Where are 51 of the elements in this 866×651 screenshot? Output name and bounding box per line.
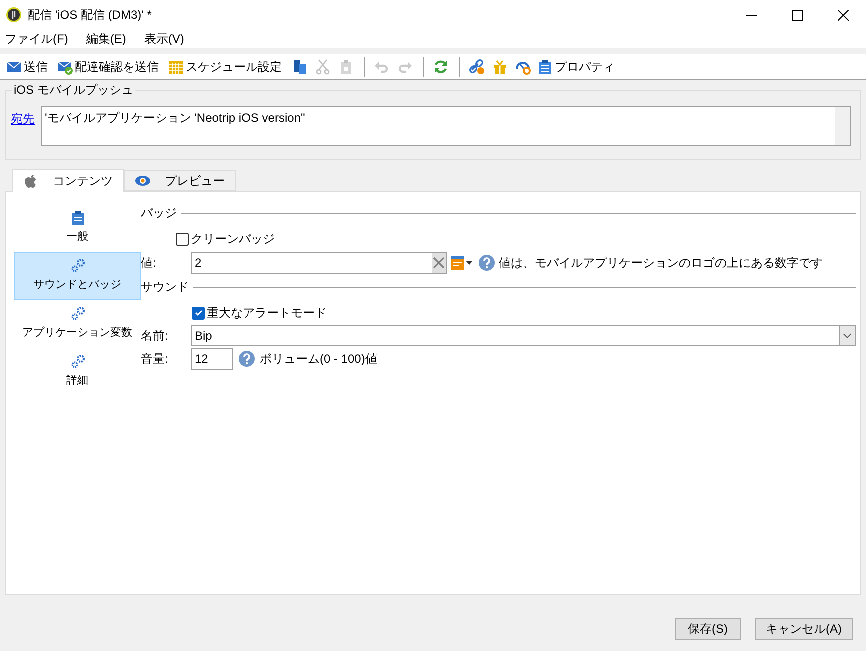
value-field[interactable]: 2 xyxy=(191,252,447,274)
clipboard-icon xyxy=(537,58,553,74)
caret-icon[interactable] xyxy=(466,261,473,265)
dialog-button[interactable]: キャンセル(A) xyxy=(755,618,853,640)
help-icon xyxy=(239,351,255,367)
toolbar-button[interactable]: スケジュール設定 xyxy=(166,56,284,78)
recipient-field[interactable]: 'モバイルアプリケーション 'Neotrip iOS version" xyxy=(41,106,851,146)
gears-icon xyxy=(70,306,84,322)
tab[interactable]: コンテンツ xyxy=(12,169,124,192)
menu-item[interactable]: 編集(E) xyxy=(86,30,126,48)
section-title: サウンド xyxy=(141,279,189,296)
app-icon xyxy=(6,7,22,23)
checkbox-label[interactable]: 重大なアラートモード xyxy=(207,304,327,322)
field-label: 値: xyxy=(141,255,158,272)
help-text: ボリューム(0 - 100)値 xyxy=(260,351,378,368)
help-text: 値は、モバイルアプリケーションのロゴの上にある数字です xyxy=(499,255,823,272)
toolbar-button[interactable]: 送信 xyxy=(4,56,50,78)
close-icon xyxy=(838,10,848,20)
field-label: 音量: xyxy=(141,351,170,368)
nav-item[interactable]: アプリケーション変数 xyxy=(14,300,141,348)
toolbar-button[interactable]: 配達確認を送信 xyxy=(55,56,161,78)
nav-item[interactable]: サウンドとバッジ xyxy=(14,252,141,300)
nav-item[interactable]: 一般 xyxy=(14,204,141,252)
section-title: バッジ xyxy=(141,205,177,222)
checkbox[interactable] xyxy=(192,306,205,320)
list-icon[interactable] xyxy=(451,256,464,270)
menu-item[interactable]: 表示(V) xyxy=(144,30,184,48)
scrollbar[interactable] xyxy=(835,107,850,145)
clear-icon[interactable] xyxy=(432,253,446,273)
tab[interactable]: プレビュー xyxy=(124,170,236,191)
calendar-icon xyxy=(168,58,184,74)
dialog-button[interactable]: 保存(S) xyxy=(675,618,741,640)
checkbox[interactable] xyxy=(176,232,189,246)
clipboard-icon xyxy=(70,210,84,226)
toolbar-button[interactable]: プロパティ xyxy=(535,56,617,78)
check-icon xyxy=(194,308,204,318)
volume-field[interactable]: 12 xyxy=(191,348,233,370)
help-icon xyxy=(479,255,495,271)
checkbox-label[interactable]: クリーンバッジ xyxy=(191,230,275,248)
chevron-icon[interactable] xyxy=(839,326,855,345)
name-dropdown[interactable]: Bip xyxy=(191,325,856,346)
gears-icon xyxy=(70,354,84,370)
menu-item[interactable]: ファイル(F) xyxy=(5,30,68,48)
window-title: 配信 'iOS 配信 (DM3)' * xyxy=(28,7,152,24)
nav-item[interactable]: 詳細 xyxy=(14,348,141,396)
apple-icon xyxy=(23,173,39,189)
maximize-icon xyxy=(792,10,802,20)
recipient-link[interactable]: 宛先 xyxy=(11,106,35,146)
field-label: 名前: xyxy=(141,328,170,344)
gears-icon xyxy=(70,258,84,274)
group-title: iOS モバイルプッシュ xyxy=(12,83,136,97)
